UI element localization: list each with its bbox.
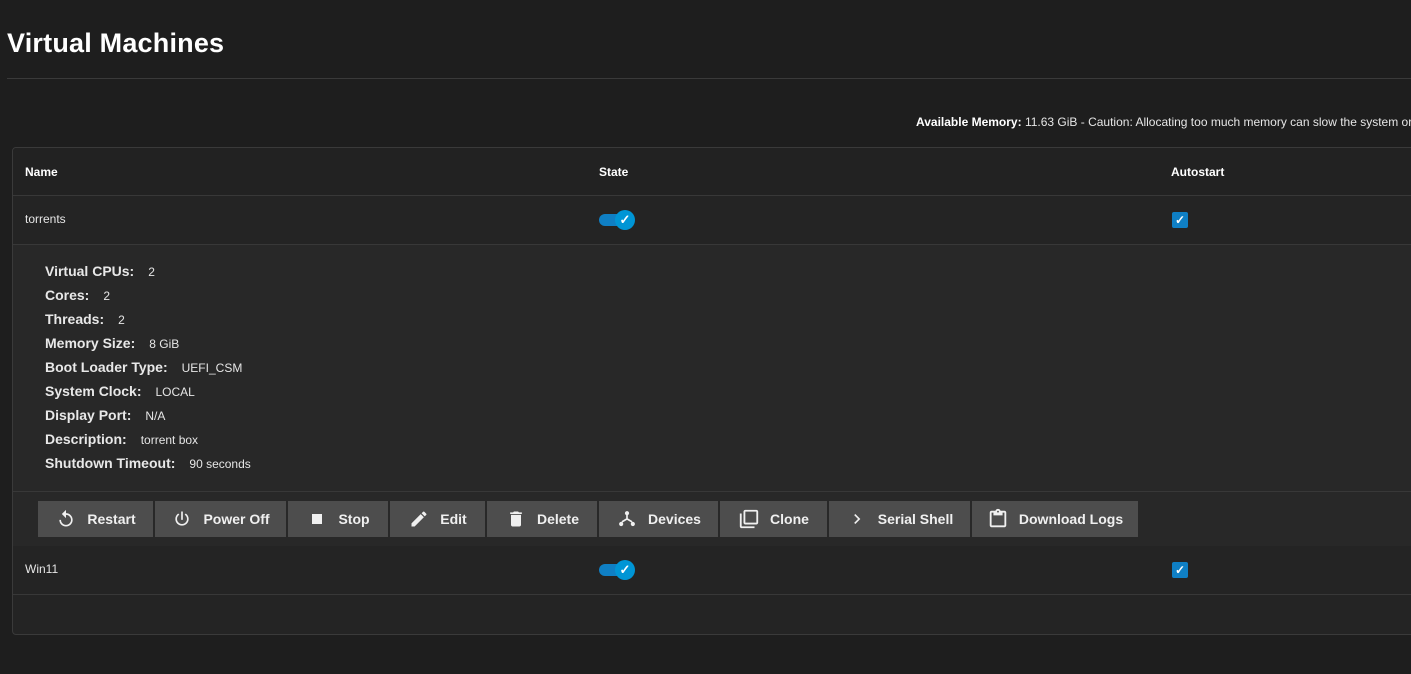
vm-properties: Virtual CPUs: 2 Cores: 2 Threads: 2 Memory … [45,263,251,479]
prop-description: Description: torrent box [45,431,251,455]
clipboard-icon [987,508,1009,530]
prop-boot-loader: Boot Loader Type: UEFI_CSM [45,359,251,383]
prop-value: LOCAL [155,385,195,399]
available-memory-label: Available Memory: [916,115,1022,129]
stop-icon [306,508,328,530]
restart-icon [55,508,77,530]
autostart-checkbox[interactable]: ✓ [1172,562,1188,578]
devices-icon [616,508,638,530]
available-memory-note: Available Memory: 11.63 GiB - Caution: A… [916,115,1411,129]
column-header-name[interactable]: Name [25,165,58,179]
prop-label: Display Port: [45,407,132,423]
title-divider [7,78,1411,79]
prop-label: Description: [45,431,127,447]
page-title: Virtual Machines [7,28,225,58]
vm-name: Win11 [25,562,59,576]
vm-name: torrents [25,212,66,226]
clone-button[interactable]: Clone [720,501,827,537]
clone-icon [738,508,760,530]
edit-button[interactable]: Edit [390,501,485,537]
prop-display-port: Display Port: N/A [45,407,251,431]
table-header: Name State Autostart [13,148,1411,196]
table-row[interactable]: Win11 ✓ ✓ [13,546,1411,595]
prop-label: Boot Loader Type: [45,359,168,375]
vm-table: Name State Autostart torrents ✓ ✓ Virtua… [12,147,1411,635]
prop-label: System Clock: [45,383,142,399]
prop-value: 2 [103,289,111,303]
prop-label: Memory Size: [45,335,136,351]
autostart-checkbox[interactable]: ✓ [1172,212,1188,228]
button-label: Delete [536,511,580,527]
prop-value: 8 GiB [149,337,180,351]
stop-button[interactable]: Stop [288,501,388,537]
chevron-right-icon [846,508,868,530]
vm-actions-toolbar: Restart Power Off Stop Edit Delete Devic… [38,501,1138,537]
power-icon [171,508,193,530]
button-label: Edit [440,511,467,527]
power-off-button[interactable]: Power Off [155,501,286,537]
prop-value: 2 [118,313,125,327]
prop-label: Virtual CPUs: [45,263,135,279]
prop-value: 2 [148,265,155,279]
prop-threads: Threads: 2 [45,311,251,335]
restart-button[interactable]: Restart [38,501,153,537]
prop-value: 90 seconds [189,457,251,471]
column-header-state[interactable]: State [599,165,628,179]
state-toggle[interactable]: ✓ [599,210,636,230]
prop-label: Cores: [45,287,90,303]
column-header-autostart[interactable]: Autostart [1171,165,1224,179]
detail-divider [13,491,1411,492]
state-toggle[interactable]: ✓ [599,560,636,580]
button-label: Serial Shell [877,511,954,527]
trash-icon [505,508,527,530]
pencil-icon [408,508,430,530]
button-label: Stop [338,511,370,527]
prop-cores: Cores: 2 [45,287,251,311]
prop-virtual-cpus: Virtual CPUs: 2 [45,263,251,287]
button-label: Clone [770,511,809,527]
prop-value: N/A [145,409,166,423]
prop-system-clock: System Clock: LOCAL [45,383,251,407]
button-label: Devices [648,511,701,527]
button-label: Restart [87,511,136,527]
prop-value: UEFI_CSM [181,361,243,375]
prop-shutdown-timeout: Shutdown Timeout: 90 seconds [45,455,251,479]
delete-button[interactable]: Delete [487,501,597,537]
table-row[interactable]: torrents ✓ ✓ [13,196,1411,245]
check-icon: ✓ [615,560,635,580]
button-label: Power Off [203,511,270,527]
download-logs-button[interactable]: Download Logs [972,501,1138,537]
vm-detail-panel: Virtual CPUs: 2 Cores: 2 Threads: 2 Memory … [13,245,1411,546]
prop-label: Threads: [45,311,105,327]
devices-button[interactable]: Devices [599,501,718,537]
button-label: Download Logs [1018,511,1124,527]
prop-memory-size: Memory Size: 8 GiB [45,335,251,359]
available-memory-text: 11.63 GiB - Caution: Allocating too much… [1024,115,1411,129]
prop-value: torrent box [140,433,199,447]
prop-label: Shutdown Timeout: [45,455,176,471]
check-icon: ✓ [615,210,635,230]
serial-shell-button[interactable]: Serial Shell [829,501,970,537]
